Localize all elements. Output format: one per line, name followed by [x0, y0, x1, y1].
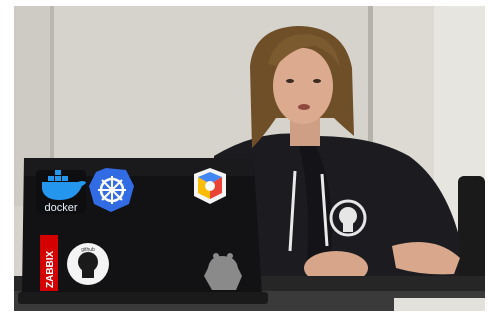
github-sticker-label: github [81, 247, 95, 253]
photo-frame: docker ZABBIX github [0, 0, 495, 317]
office-photo: docker ZABBIX github [14, 6, 485, 311]
google-cloud-icon [205, 181, 215, 191]
zabbix-sticker-label: ZABBIX [45, 250, 56, 288]
docker-sticker: docker [36, 170, 86, 214]
zabbix-sticker: ZABBIX [40, 235, 58, 291]
github-octocat-sticker: github [67, 243, 109, 285]
chair [458, 176, 485, 286]
docker-sticker-label: docker [44, 202, 77, 214]
photo-illustration: docker ZABBIX github [14, 6, 485, 311]
